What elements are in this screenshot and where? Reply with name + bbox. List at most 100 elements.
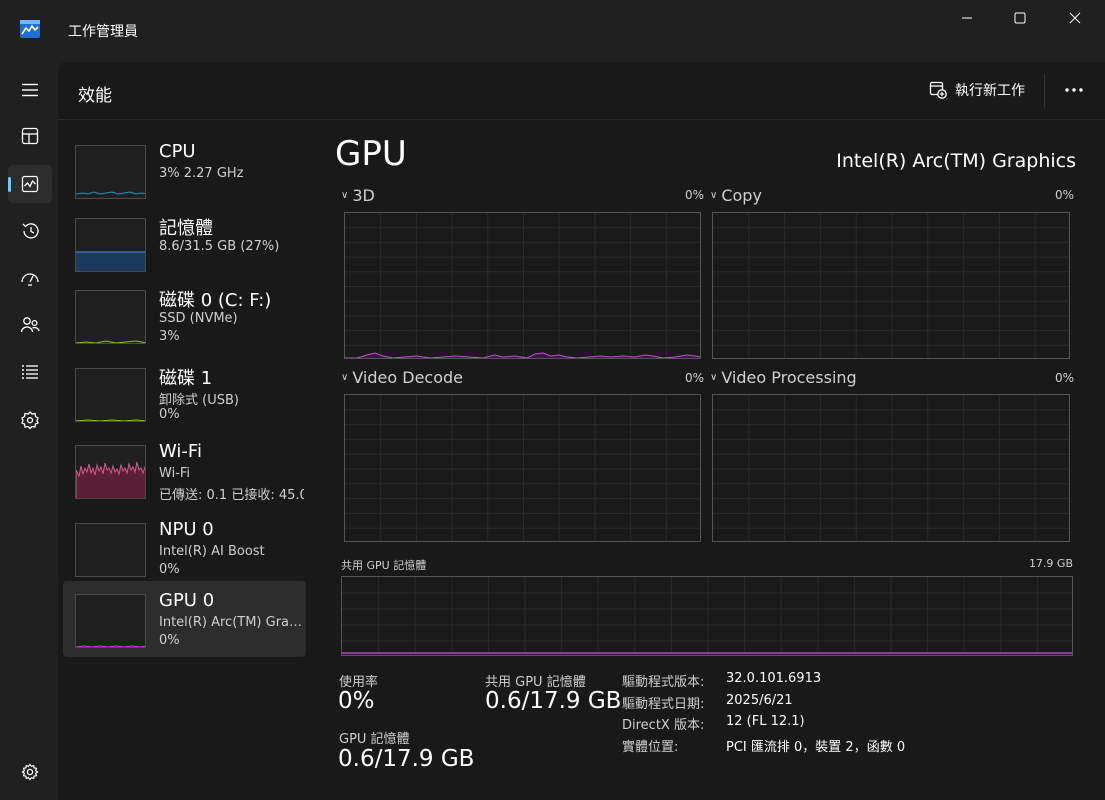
settings-icon	[21, 763, 39, 781]
driver-version-label: 驅動程式版本:	[622, 675, 705, 690]
chevron-down-icon: ∨	[710, 190, 718, 201]
nav-startup-apps[interactable]	[8, 259, 52, 297]
perf-item-usage: 0%	[159, 562, 180, 577]
close-button[interactable]	[1052, 0, 1098, 36]
nav-processes[interactable]	[8, 117, 52, 155]
page-title: 效能	[78, 86, 112, 106]
perf-item-detail: 卸除式 (USB)	[159, 393, 239, 408]
directx-version-label: DirectX 版本:	[622, 718, 705, 733]
nav-settings[interactable]	[8, 753, 52, 791]
nav-performance[interactable]	[8, 165, 52, 203]
maximize-button[interactable]	[997, 0, 1043, 36]
physical-location-label: 實體位置:	[622, 740, 679, 755]
gpu-thumbnail-graph	[75, 594, 146, 648]
hamburger-icon	[22, 83, 38, 97]
engine-video-decode-selector[interactable]: ∨ Video Decode	[341, 368, 463, 387]
nav-users[interactable]	[8, 306, 52, 344]
driver-date-label: 驅動程式日期:	[622, 697, 705, 712]
nav-app-history[interactable]	[8, 212, 52, 250]
perf-item-name: CPU	[159, 141, 196, 162]
perf-item-memory[interactable]: 記憶體 8.6/31.5 GB (27%)	[63, 205, 306, 281]
engine-3d-percent: 0%	[684, 188, 704, 202]
perf-item-cpu[interactable]: CPU 3% 2.27 GHz	[63, 132, 306, 208]
task-manager-app-icon	[20, 20, 40, 38]
wifi-thumbnail-graph	[75, 445, 146, 499]
run-task-label: 執行新工作	[955, 83, 1025, 99]
perf-item-detail: Intel(R) AI Boost	[159, 544, 265, 559]
shared-memory-graph-label: 共用 GPU 記憶體	[341, 559, 427, 572]
perf-item-wifi[interactable]: Wi-Fi Wi-Fi 已傳送: 0.1 已接收: 45.0	[63, 432, 306, 508]
navigation-rail	[0, 62, 58, 800]
engine-copy-graph	[712, 212, 1070, 359]
perf-item-usage: 3%	[159, 329, 180, 344]
shared-memory-graph-max: 17.9 GB	[1028, 557, 1073, 570]
perf-item-usage: 0%	[159, 633, 180, 648]
physical-location-value: PCI 匯流排 0，裝置 2，函數 0	[726, 740, 906, 755]
more-icon	[1065, 88, 1083, 92]
perf-item-disk-0[interactable]: 磁碟 0 (C: F:) SSD (NVMe) 3%	[63, 277, 306, 353]
services-icon	[21, 411, 39, 430]
run-new-task-button[interactable]: 執行新工作	[929, 80, 1025, 100]
main-content: 效能 執行新工作 CPU 3% 2.27 GHz 記憶體 8.6/31.5 GB…	[58, 62, 1105, 800]
perf-item-disk-1[interactable]: 磁碟 1 卸除式 (USB) 0%	[63, 355, 306, 431]
engine-3d-selector[interactable]: ∨ 3D	[341, 186, 375, 205]
perf-item-gpu[interactable]: GPU 0 Intel(R) Arc(TM) Graphics 0%	[63, 581, 306, 657]
perf-item-detail: Wi-Fi	[159, 466, 191, 481]
title-bar: 工作管理員	[0, 0, 1105, 62]
engine-label: Copy	[721, 186, 762, 205]
perf-item-name: NPU 0	[159, 519, 214, 540]
perf-item-throughput: 已傳送: 0.1 已接收: 45.0	[159, 488, 304, 503]
directx-version-value: 12 (FL 12.1)	[726, 714, 805, 729]
hamburger-menu-button[interactable]	[8, 71, 52, 109]
shared-memory-value: 0.6/17.9 GB	[485, 688, 622, 714]
engine-label: Video Decode	[352, 368, 463, 387]
window-title: 工作管理員	[68, 24, 138, 40]
perf-item-npu[interactable]: NPU 0 Intel(R) AI Boost 0%	[63, 510, 306, 586]
engine-copy-selector[interactable]: ∨ Copy	[710, 186, 762, 205]
close-icon	[1069, 12, 1081, 24]
gpu-memory-label: GPU 記憶體	[339, 732, 410, 747]
perf-item-name: Wi-Fi	[159, 441, 202, 462]
more-options-button[interactable]	[1058, 76, 1090, 104]
minimize-icon	[962, 17, 972, 19]
performance-icon	[21, 175, 39, 193]
perf-item-usage: 0%	[159, 407, 180, 422]
page-header: 效能 執行新工作	[58, 62, 1105, 120]
perf-item-detail: 3% 2.27 GHz	[159, 166, 244, 181]
driver-date-value: 2025/6/21	[726, 693, 793, 708]
engine-video-decode-percent: 0%	[684, 371, 704, 385]
engine-video-processing-graph	[712, 394, 1070, 542]
engine-video-processing-selector[interactable]: ∨ Video Processing	[710, 368, 857, 387]
perf-item-detail: 8.6/31.5 GB (27%)	[159, 239, 280, 254]
perf-item-detail: SSD (NVMe)	[159, 311, 238, 326]
engine-video-decode-graph	[344, 394, 701, 542]
engine-video-processing-percent: 0%	[1054, 371, 1074, 385]
active-indicator	[8, 177, 11, 192]
chevron-down-icon: ∨	[710, 372, 718, 383]
disk0-thumbnail-graph	[75, 290, 146, 344]
engine-copy-percent: 0%	[1054, 188, 1074, 202]
header-separator	[1044, 74, 1045, 108]
startup-icon	[21, 273, 39, 286]
npu-thumbnail-graph	[75, 523, 146, 577]
perf-item-name: 磁碟 0 (C: F:)	[159, 290, 272, 311]
users-icon	[20, 317, 40, 333]
nav-details[interactable]	[8, 353, 52, 391]
run-task-icon	[929, 81, 947, 99]
chevron-down-icon: ∨	[341, 372, 349, 383]
perf-item-name: 磁碟 1	[159, 368, 213, 389]
disk1-thumbnail-graph	[75, 368, 146, 422]
processes-icon	[21, 127, 39, 145]
engine-label: 3D	[352, 186, 375, 205]
minimize-button[interactable]	[944, 0, 990, 36]
shared-memory-graph	[341, 576, 1073, 656]
maximize-icon	[1014, 12, 1026, 24]
utilization-value: 0%	[338, 688, 375, 714]
gpu-model-name: Intel(R) Arc(TM) Graphics	[836, 150, 1076, 172]
driver-version-value: 32.0.101.6913	[726, 671, 822, 686]
memory-thumbnail-graph	[75, 218, 146, 272]
engine-3d-graph	[344, 212, 701, 359]
performance-list: CPU 3% 2.27 GHz 記憶體 8.6/31.5 GB (27%) 磁碟…	[58, 120, 318, 800]
app-history-icon	[22, 223, 39, 239]
nav-services[interactable]	[8, 401, 52, 439]
